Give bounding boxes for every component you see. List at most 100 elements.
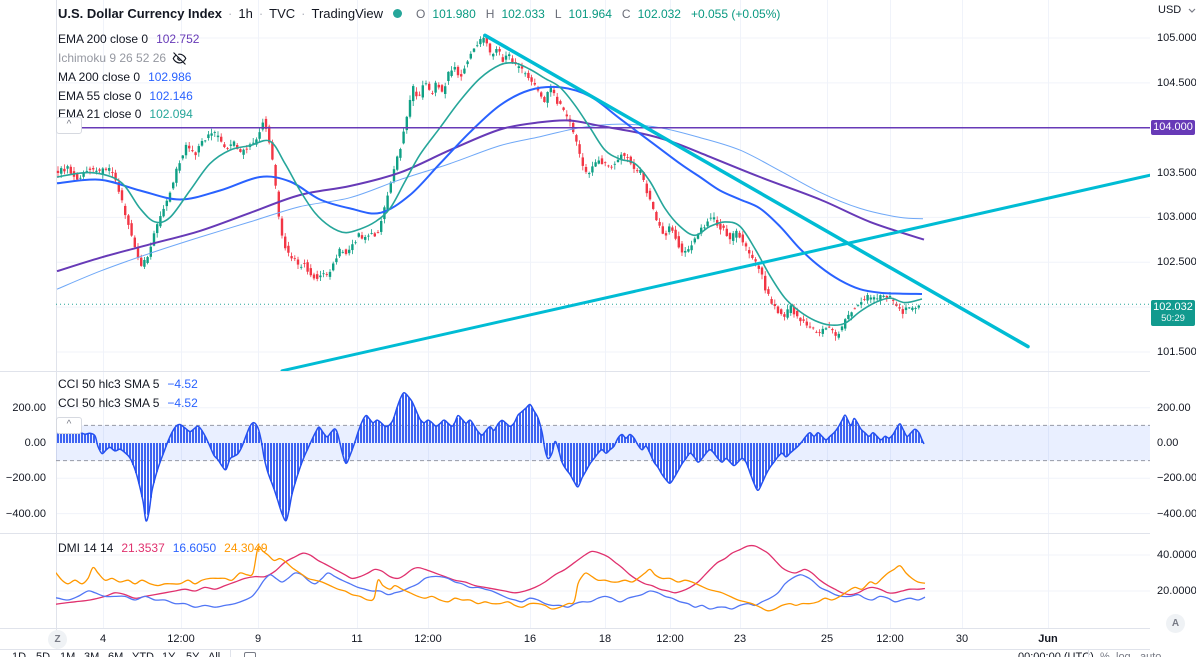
symbol-title[interactable]: U.S. Dollar Currency Index [58,6,222,21]
dmi-tick: 40.0000 [1157,549,1196,561]
range-button-3m[interactable]: 3M [84,651,99,657]
provider-label: TradingView [311,6,384,21]
countdown-timer: 50:29 [1161,313,1185,325]
time-axis[interactable]: 4 12:00 9 11 12:00 16 18 12:00 23 25 12:00 30 Jun [0,628,1196,649]
indicator-label: Ichimoku 9 26 52 26 [58,51,167,65]
time-tick: 23 [733,633,747,645]
cci-tick: 0.00 [1157,437,1179,449]
indicator-value: 102.752 [156,32,200,46]
header-separator: · [228,6,233,21]
cci-tick-left: 200.00 [12,401,46,414]
dmi-minus-di-value: 16.6050 [172,541,217,555]
close-value: 102.032 [637,6,681,21]
currency-selector[interactable]: USD [1158,4,1196,16]
indicator-label: EMA 55 close 0 [58,89,142,103]
indicator-label: EMA 200 close 0 [58,32,149,46]
price-tick: 101.500 [1157,345,1196,358]
range-button-5d[interactable]: 5D [36,651,50,657]
toolbar-divider [1088,650,1089,657]
open-label: O [416,6,426,21]
indicator-label: CCI 50 hlc3 SMA 5 [58,396,160,410]
low-label: L [554,6,562,21]
cci-tick-left: −400.00 [5,507,46,520]
legend-item-dmi[interactable]: DMI 14 14 21.3537 16.6050 24.3049 [58,540,268,556]
legend-item-ema-200[interactable]: EMA 200 close 0 102.752 [58,31,199,47]
time-tick: 18 [598,633,612,645]
currency-label: USD [1158,4,1182,16]
left-gutter: 200.00 0.00 −200.00 −400.00 [0,0,56,650]
high-label: H [485,6,495,21]
exchange-label: TVC [269,6,296,21]
cci-tick-left: −200.00 [5,472,46,485]
price-tick: 104.500 [1157,76,1196,89]
range-button-1y[interactable]: 1Y [162,651,175,657]
time-tick: 25 [820,633,834,645]
eye-off-icon[interactable] [172,51,187,66]
indicator-value: 102.986 [148,70,192,84]
time-tick: 4 [99,633,107,645]
low-value: 101.964 [568,6,612,21]
header-separator: · [258,6,264,21]
range-button-6m[interactable]: 6M [108,651,123,657]
price-line-badge: 104.000 [1151,119,1195,135]
time-tick: 12:00 [656,633,684,645]
last-price-value: 102.032 [1153,301,1193,314]
scale-button-%[interactable]: % [1100,651,1110,657]
legend-item-cci-1[interactable]: CCI 50 hlc3 SMA 5 −4.52 [58,376,198,392]
dmi-adx-value: 21.3537 [121,541,165,555]
price-axis[interactable]: USD 105.000 104.500 103.500 103.000 102.500 1… [1150,0,1196,650]
legend-item-ema-55[interactable]: EMA 55 close 0 102.146 [58,88,193,104]
time-tick: 12:00 [876,633,904,645]
indicator-label: MA 200 close 0 [58,70,141,84]
time-tick: 12:00 [167,633,195,645]
range-button-1m[interactable]: 1M [60,651,75,657]
legend-item-ma-200[interactable]: MA 200 close 0 102.986 [58,69,191,85]
indicator-label: DMI 14 14 [58,541,114,555]
cci-tick: 200.00 [1157,401,1191,414]
price-tick: 103.000 [1157,211,1196,224]
tradingview-chart-window: U.S. Dollar Currency Index · 1h · TVC · … [0,0,1196,657]
open-value: 101.980 [432,6,476,21]
chevron-down-icon [1188,8,1196,13]
price-tick: 102.500 [1157,256,1196,269]
scale-button-log[interactable]: log [1116,651,1131,657]
calendar-icon[interactable] [244,652,256,657]
time-tick: 30 [955,633,969,645]
dmi-plus-di-value: 24.3049 [224,541,268,555]
high-value: 102.033 [501,6,545,21]
clock-utc[interactable]: 00:00:00 (UTC) [1018,651,1094,657]
time-tick: 12:00 [414,633,442,645]
bottom-toolbar: 1D 5D 1M 3M 6M YTD 1Y 5Y All 00:00:00 (UTC)% log au… [0,650,1196,657]
legend-item-ichimoku[interactable]: Ichimoku 9 26 52 26 [58,50,187,66]
range-button-ytd[interactable]: YTD [132,651,154,657]
price-tick: 103.500 [1157,166,1196,179]
price-tick: 105.000 [1157,32,1196,44]
cci-pane-collapse-button[interactable]: ^ [56,417,82,434]
time-tick: Jun [1038,633,1058,645]
range-button-5y[interactable]: 5Y [186,651,199,657]
change-value: +0.055 (+0.05%) [690,6,781,21]
cci-tick: −200.00 [1157,472,1196,485]
dmi-tick: 20.0000 [1157,585,1196,597]
time-tick: 9 [254,633,262,645]
symbol-header: U.S. Dollar Currency Index · 1h · TVC · … [58,6,780,21]
main-pane-collapse-button[interactable]: ^ [56,117,82,134]
interval-button[interactable]: 1h [238,6,252,21]
indicator-value: 102.146 [149,89,193,103]
timezone-button[interactable]: Z [48,630,67,649]
time-tick: 16 [523,633,537,645]
last-price-badge: 102.032 50:29 [1151,300,1195,327]
range-button-all[interactable]: All [208,651,220,657]
indicator-label: CCI 50 hlc3 SMA 5 [58,377,160,391]
legend-item-cci-2[interactable]: CCI 50 hlc3 SMA 5 −4.52 [58,395,198,411]
cci-tick: −400.00 [1157,507,1196,520]
scale-button-auto[interactable]: auto [1140,651,1161,657]
cci-tick-left: 0.00 [24,437,46,449]
range-button-1d[interactable]: 1D [12,651,26,657]
indicator-value: −4.52 [167,396,198,410]
auto-scale-button[interactable]: A [1166,614,1185,633]
market-status-dot[interactable] [393,9,403,18]
indicator-value: 102.094 [149,107,193,121]
toolbar-divider [230,650,231,657]
close-label: C [621,6,631,21]
